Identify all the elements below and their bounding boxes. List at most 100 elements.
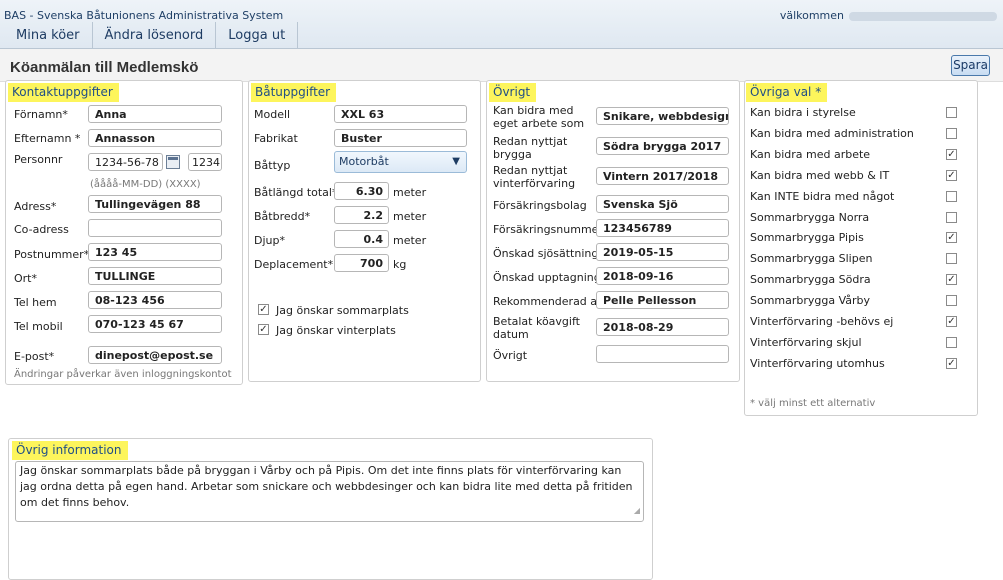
battyp-label: Båttyp (254, 159, 291, 172)
save-button[interactable]: Spara (951, 55, 990, 76)
arbete-field[interactable]: Snikare, webbdesign (596, 107, 729, 125)
djup-unit: meter (393, 234, 427, 247)
vinterplats-checkbox[interactable]: ✓ (258, 324, 269, 335)
forsakringsnummer-label: Försäkringsnummer (493, 223, 603, 236)
sommarplats-label: Jag önskar sommarplats (276, 304, 409, 317)
menu-logga-ut[interactable]: Logga ut (216, 22, 299, 48)
battyp-select[interactable]: Motorbåt ▼ (334, 151, 467, 173)
adress-label: Adress* (14, 200, 57, 213)
option-checkbox[interactable] (946, 127, 957, 139)
info-textarea[interactable]: Jag önskar sommarplats både på bryggan i… (15, 461, 644, 522)
resize-grip-icon[interactable]: ◢ (634, 503, 640, 519)
forsakringsnummer-field[interactable]: 123456789 (596, 219, 729, 237)
option-label: Vinterförvaring -behövs ej (750, 315, 894, 328)
option-checkbox[interactable]: ✓ (946, 169, 957, 181)
forsakringsbolag-label: Försäkringsbolag (493, 199, 587, 212)
koavgift-field[interactable]: 2018-08-29 (596, 318, 729, 336)
option-checkbox[interactable] (946, 107, 957, 118)
langd-field[interactable]: 6.30 (334, 182, 389, 200)
menu-mina-koer[interactable]: Mina köer (4, 22, 93, 48)
bredd-field[interactable]: 2.2 (334, 206, 389, 224)
app-title: BAS - Svenska Båtunionens Administrativa… (4, 9, 284, 22)
username-redacted (849, 11, 997, 21)
sjosattning-field[interactable]: 2019-05-15 (596, 243, 729, 261)
fornamn-field[interactable]: Anna (88, 105, 222, 123)
calendar-icon[interactable] (166, 155, 180, 169)
langd-label: Båtlängd total* (254, 186, 338, 199)
rekommenderad-field[interactable]: Pelle Pellesson (596, 291, 729, 309)
menu-andra-losenord[interactable]: Ändra lösenord (93, 22, 217, 48)
option-label: Sommarbrygga Södra (750, 273, 871, 287)
fabrikat-label: Fabrikat (254, 132, 298, 145)
efternamn-label: Efternamn * (14, 132, 81, 145)
ovrigt-field[interactable] (596, 345, 729, 363)
option-label: Kan bidra med webb & IT (750, 168, 890, 182)
info-heading: Övrig information (12, 441, 128, 460)
ovrigt-label: Övrigt (493, 349, 528, 362)
arbete-label: Kan bidra med eget arbete som (493, 104, 585, 130)
ort-field[interactable]: TULLINGE (88, 267, 222, 285)
personnr-suffix-field[interactable]: 1234 (188, 153, 222, 171)
options-heading: Övriga val * (746, 83, 828, 102)
sommarplats-checkbox[interactable]: ✓ (258, 304, 269, 315)
option-label: Sommarbrygga Norra (750, 210, 870, 224)
efternamn-field[interactable]: Annasson (88, 129, 222, 147)
option-checkbox[interactable]: ✓ (946, 232, 957, 244)
option-checkbox[interactable] (946, 295, 957, 307)
option-checkbox[interactable]: ✓ (946, 274, 957, 286)
rekommenderad-label: Rekommenderad av (493, 295, 604, 308)
option-label: Sommarbrygga Slipen (750, 252, 873, 266)
personnr-hint: (åååå-MM-DD) (XXXX) (90, 179, 201, 190)
option-checkbox[interactable] (946, 190, 957, 202)
contact-heading: Kontaktuppgifter (8, 83, 119, 102)
epost-field[interactable]: dinepost@epost.se (88, 346, 222, 364)
boat-heading: Båtuppgifter (251, 83, 337, 102)
telmobil-field[interactable]: 070-123 45 67 (88, 315, 222, 333)
forsakringsbolag-field[interactable]: Svenska Sjö (596, 195, 729, 213)
option-label: Kan bidra i styrelse (750, 106, 856, 119)
other-heading: Övrigt (489, 83, 537, 102)
upptagning-field[interactable]: 2018-09-16 (596, 267, 729, 285)
koavgift-label: Betalat köavgift datum (493, 315, 580, 341)
option-checkbox[interactable] (946, 253, 957, 265)
option-label: Kan bidra med arbete (750, 147, 871, 161)
deplacement-unit: kg (393, 258, 407, 271)
option-checkbox[interactable] (946, 211, 957, 223)
sjosattning-label: Önskad sjösättning (493, 247, 599, 260)
welcome-text: välkommen (780, 9, 997, 22)
personnr-label: Personnr (14, 153, 63, 166)
option-label: Vinterförvaring skjul (750, 335, 862, 349)
brygga-label: Redan nyttjat brygga (493, 135, 568, 161)
personnr-date-field[interactable]: 1234-56-78 (88, 153, 163, 171)
modell-field[interactable]: XXL 63 (334, 105, 467, 123)
bredd-label: Båtbredd* (254, 210, 311, 223)
option-label: Sommarbrygga Pipis (750, 231, 864, 245)
option-label: Kan INTE bidra med något (750, 189, 895, 203)
options-note: * välj minst ett alternativ (750, 398, 876, 409)
option-checkbox[interactable]: ✓ (946, 357, 957, 369)
modell-label: Modell (254, 108, 291, 121)
telmobil-label: Tel mobil (14, 320, 63, 333)
deplacement-field[interactable]: 700 (334, 254, 389, 272)
fabrikat-field[interactable]: Buster (334, 129, 467, 147)
coadress-label: Co-adress (14, 223, 69, 236)
deplacement-label: Deplacement* (254, 258, 334, 271)
info-text: Jag önskar sommarplats både på bryggan i… (20, 464, 633, 509)
contact-note: Ändringar påverkar även inloggningskonto… (14, 369, 232, 380)
adress-field[interactable]: Tullingevägen 88 (88, 195, 222, 213)
postnummer-label: Postnummer* (14, 248, 90, 261)
brygga-field[interactable]: Södra brygga 2017 (596, 137, 729, 155)
telhem-label: Tel hem (14, 296, 57, 309)
telhem-field[interactable]: 08-123 456 (88, 291, 222, 309)
coadress-field[interactable] (88, 219, 222, 237)
option-checkbox[interactable]: ✓ (946, 148, 957, 160)
djup-field[interactable]: 0.4 (334, 230, 389, 248)
langd-unit: meter (393, 186, 427, 199)
option-checkbox[interactable]: ✓ (946, 316, 957, 327)
postnummer-field[interactable]: 123 45 (88, 243, 222, 261)
main-menu: Mina köer Ändra lösenord Logga ut (4, 22, 299, 48)
fornamn-label: Förnamn* (14, 108, 68, 121)
option-label: Sommarbrygga Vårby (750, 294, 871, 308)
vinter-field[interactable]: Vintern 2017/2018 (596, 167, 729, 185)
option-checkbox[interactable] (946, 336, 957, 348)
